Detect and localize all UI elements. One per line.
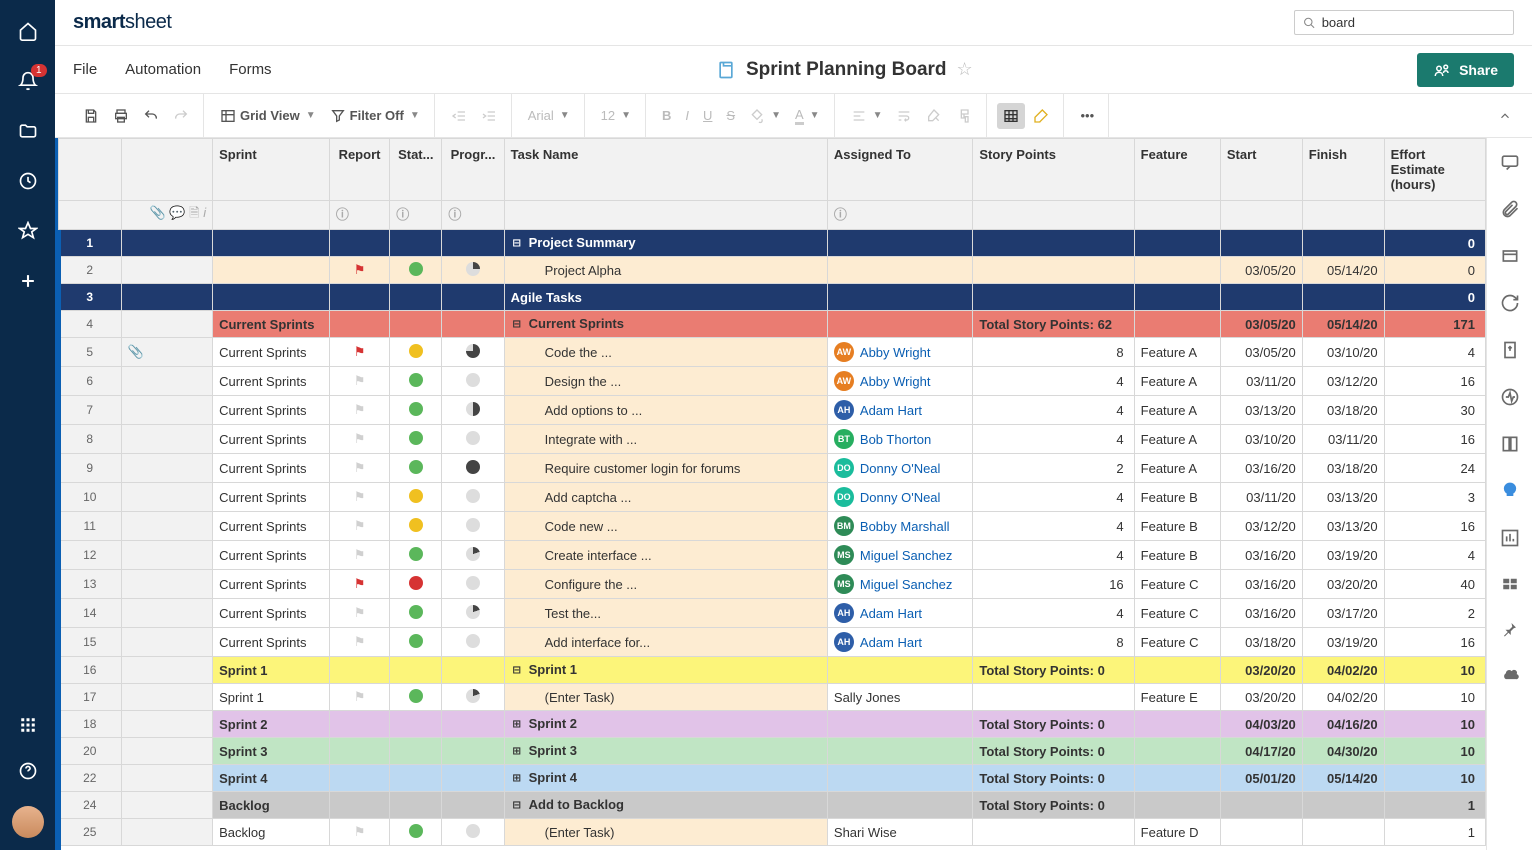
star-icon[interactable]: ☆ bbox=[957, 59, 973, 80]
cond-format-icon[interactable] bbox=[997, 103, 1025, 129]
activity-icon[interactable] bbox=[1500, 387, 1520, 410]
table-row[interactable]: 22 Sprint 4 ⊞Sprint 4 Total Story Points… bbox=[59, 765, 1486, 792]
fontsize-selector[interactable]: 12▼ bbox=[595, 103, 637, 128]
col-feature[interactable]: Feature bbox=[1134, 139, 1220, 201]
table-row[interactable]: 7 Current Sprints ⚑ Add options to ... A… bbox=[59, 396, 1486, 425]
menu-automation[interactable]: Automation bbox=[125, 61, 201, 78]
update-requests-icon[interactable] bbox=[1500, 293, 1520, 316]
grid[interactable]: Sprint Report Stat... Progr... Task Name… bbox=[55, 138, 1486, 850]
right-rail bbox=[1486, 138, 1532, 850]
more-icon[interactable]: ••• bbox=[1074, 103, 1100, 128]
table-row[interactable]: 13 Current Sprints ⚑ Configure the ... M… bbox=[59, 570, 1486, 599]
table-row[interactable]: 2 ⚑ Project Alpha 03/05/20 05/14/20 0 bbox=[59, 257, 1486, 284]
redo-icon[interactable] bbox=[167, 103, 195, 129]
notif-badge: 1 bbox=[31, 64, 47, 77]
conversations-icon[interactable] bbox=[1500, 152, 1520, 175]
favorites-icon[interactable] bbox=[17, 220, 39, 242]
table-row[interactable]: 20 Sprint 3 ⊞Sprint 3 Total Story Points… bbox=[59, 738, 1486, 765]
table-row[interactable]: 8 Current Sprints ⚑ Integrate with ... B… bbox=[59, 425, 1486, 454]
table-row[interactable]: 6 Current Sprints ⚑ Design the ... AWAbb… bbox=[59, 367, 1486, 396]
table-row[interactable]: 11 Current Sprints ⚑ Code new ... BMBobb… bbox=[59, 512, 1486, 541]
table-row[interactable]: 15 Current Sprints ⚑ Add interface for..… bbox=[59, 628, 1486, 657]
bold-icon[interactable]: B bbox=[656, 103, 677, 128]
share-button[interactable]: Share bbox=[1417, 53, 1514, 87]
col-effort[interactable]: Effort Estimate (hours) bbox=[1384, 139, 1485, 201]
undo-icon[interactable] bbox=[137, 103, 165, 129]
table-row[interactable]: 12 Current Sprints ⚑ Create interface ..… bbox=[59, 541, 1486, 570]
indent-icon[interactable] bbox=[475, 103, 503, 129]
resource-mgmt-icon[interactable] bbox=[1500, 481, 1520, 504]
summary-icon[interactable] bbox=[1500, 434, 1520, 457]
table-row[interactable]: 24 Backlog ⊟Add to Backlog Total Story P… bbox=[59, 792, 1486, 819]
col-points[interactable]: Story Points bbox=[973, 139, 1134, 201]
outdent-icon[interactable] bbox=[445, 103, 473, 129]
salesforce-icon[interactable] bbox=[1500, 665, 1520, 688]
share-icon bbox=[1433, 61, 1451, 79]
search-icon bbox=[1303, 16, 1316, 30]
attachments-icon[interactable] bbox=[1500, 199, 1520, 222]
col-status[interactable]: Stat... bbox=[390, 139, 442, 201]
col-finish[interactable]: Finish bbox=[1302, 139, 1384, 201]
col-report[interactable]: Report bbox=[329, 139, 389, 201]
italic-icon[interactable]: I bbox=[679, 103, 695, 128]
format-painter-icon[interactable] bbox=[950, 103, 978, 129]
col-assigned[interactable]: Assigned To bbox=[827, 139, 972, 201]
brandfolder-icon[interactable] bbox=[1501, 575, 1519, 596]
sheet-icon bbox=[716, 60, 736, 80]
underline-icon[interactable]: U bbox=[697, 103, 718, 128]
col-progress[interactable]: Progr... bbox=[442, 139, 504, 201]
toolbar: Grid View▼ Filter Off▼ Arial▼ 12▼ B I U … bbox=[55, 94, 1532, 138]
user-avatar[interactable] bbox=[12, 806, 44, 838]
table-row[interactable]: 1 ⊟Project Summary 0 bbox=[59, 230, 1486, 257]
col-task[interactable]: Task Name bbox=[504, 139, 827, 201]
view-selector[interactable]: Grid View▼ bbox=[214, 103, 322, 129]
menu-forms[interactable]: Forms bbox=[229, 61, 272, 78]
help-icon[interactable] bbox=[17, 760, 39, 782]
col-sprint[interactable]: Sprint bbox=[213, 139, 330, 201]
table-row[interactable]: 17 Sprint 1 ⚑ (Enter Task) Sally Jones F… bbox=[59, 684, 1486, 711]
recent-icon[interactable] bbox=[17, 170, 39, 192]
sheet-title: Sprint Planning Board bbox=[746, 59, 947, 81]
folder-icon[interactable] bbox=[17, 120, 39, 142]
font-selector[interactable]: Arial▼ bbox=[522, 103, 576, 128]
menubar: File Automation Forms Sprint Planning Bo… bbox=[55, 46, 1532, 94]
table-row[interactable]: 18 Sprint 2 ⊞Sprint 2 Total Story Points… bbox=[59, 711, 1486, 738]
table-row[interactable]: 3 Agile Tasks 0 bbox=[59, 284, 1486, 311]
search-input[interactable] bbox=[1294, 10, 1514, 35]
fill-color-icon[interactable]: ▼ bbox=[743, 103, 787, 129]
table-row[interactable]: 14 Current Sprints ⚑ Test the... AHAdam … bbox=[59, 599, 1486, 628]
col-start[interactable]: Start bbox=[1220, 139, 1302, 201]
table-row[interactable]: 25 Backlog ⚑ (Enter Task) Shari Wise Fea… bbox=[59, 819, 1486, 846]
left-nav-rail: 1 bbox=[0, 0, 55, 850]
collapse-toolbar-icon[interactable] bbox=[1492, 104, 1518, 128]
table-row[interactable]: 9 Current Sprints ⚑ Require customer log… bbox=[59, 454, 1486, 483]
save-icon[interactable] bbox=[77, 103, 105, 129]
print-icon[interactable] bbox=[107, 103, 135, 129]
text-color-icon[interactable]: A▼ bbox=[789, 102, 826, 130]
publish-icon[interactable] bbox=[1500, 340, 1520, 363]
home-icon[interactable] bbox=[17, 20, 39, 42]
strike-icon[interactable]: S bbox=[720, 103, 741, 128]
logo[interactable]: smartsheet bbox=[73, 11, 171, 34]
wrap-icon[interactable] bbox=[890, 103, 918, 129]
table-row[interactable]: 10 Current Sprints ⚑ Add captcha ... DOD… bbox=[59, 483, 1486, 512]
chart-icon[interactable] bbox=[1500, 528, 1520, 551]
add-icon[interactable] bbox=[17, 270, 39, 292]
table-row[interactable]: 5 📎 Current Sprints ⚑ Code the ... AWAbb… bbox=[59, 338, 1486, 367]
align-icon[interactable]: ▼ bbox=[845, 103, 889, 129]
table-row[interactable]: 4 Current Sprints ⊟Current Sprints Total… bbox=[59, 311, 1486, 338]
pin-icon[interactable] bbox=[1501, 620, 1519, 641]
menu-file[interactable]: File bbox=[73, 61, 97, 78]
proofs-icon[interactable] bbox=[1500, 246, 1520, 269]
apps-icon[interactable] bbox=[17, 714, 39, 736]
notifications-icon[interactable]: 1 bbox=[17, 70, 39, 92]
filter-button[interactable]: Filter Off▼ bbox=[324, 103, 426, 129]
table-row[interactable]: 16 Sprint 1 ⊟Sprint 1 Total Story Points… bbox=[59, 657, 1486, 684]
clear-format-icon[interactable] bbox=[920, 103, 948, 129]
topbar: smartsheet bbox=[55, 0, 1532, 46]
highlight-icon[interactable] bbox=[1027, 103, 1055, 129]
